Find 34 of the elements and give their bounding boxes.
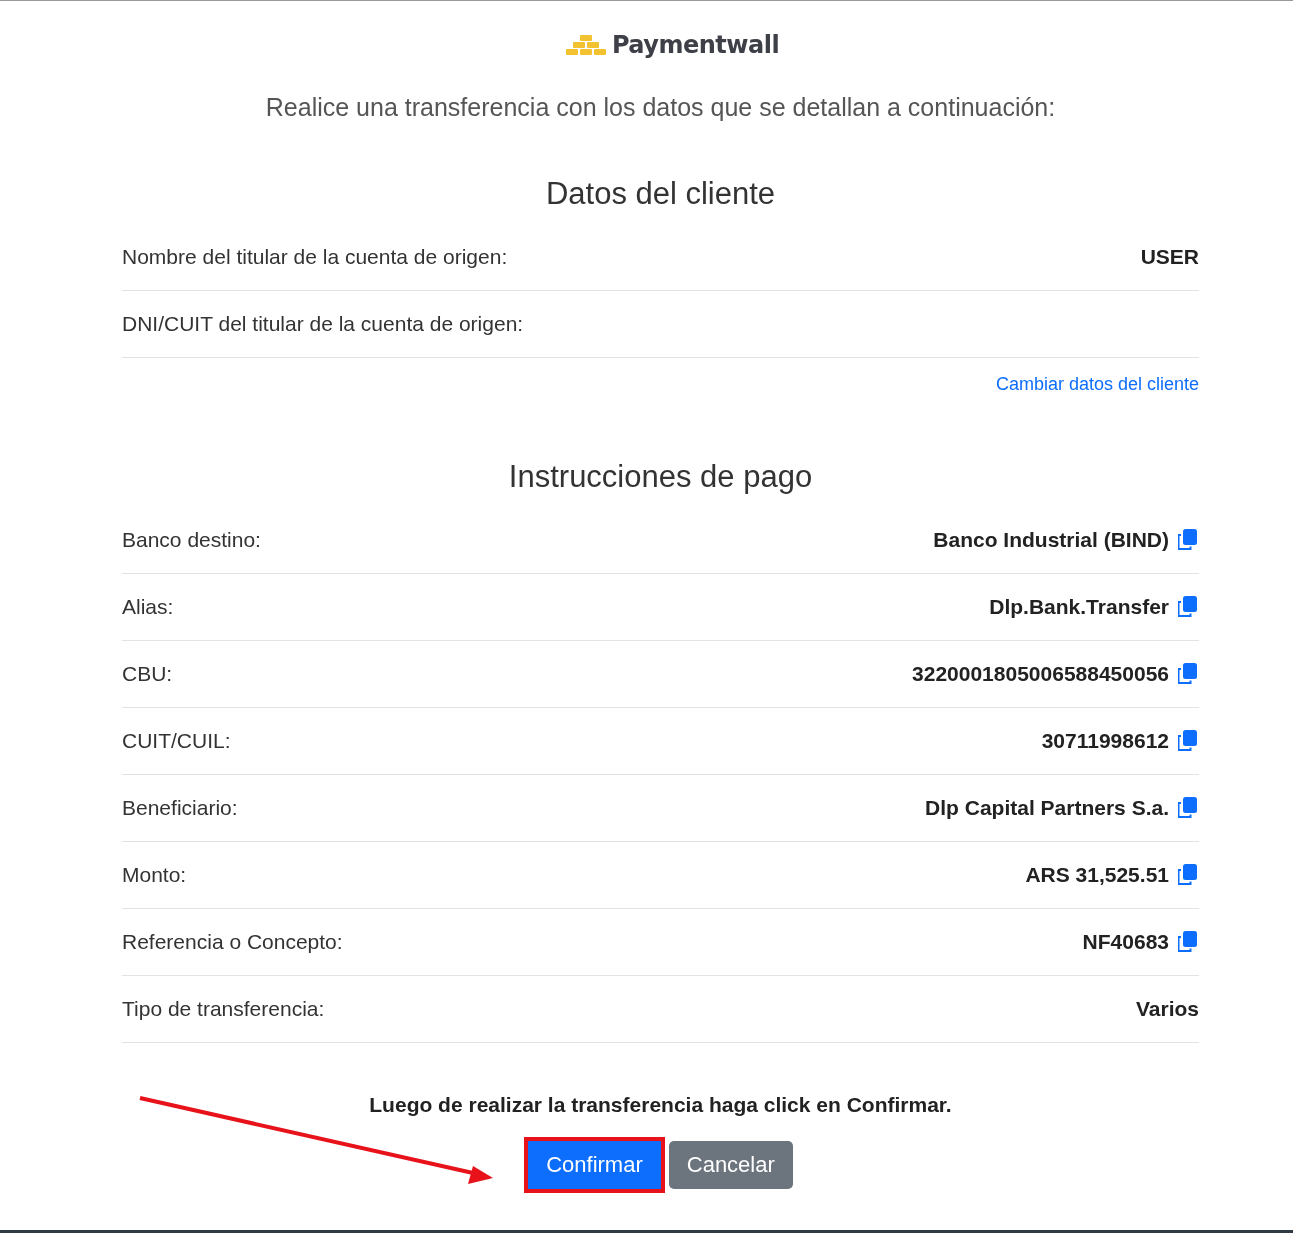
- field-value: ARS 31,525.51: [1025, 863, 1169, 887]
- copy-icon[interactable]: [1175, 930, 1199, 954]
- copy-icon[interactable]: [1175, 595, 1199, 619]
- instruction-text: Realice una transferencia con los datos que se detallan a continuación:: [264, 93, 1057, 122]
- field-label: CUIT/CUIL:: [122, 729, 231, 753]
- field-label: Alias:: [122, 595, 174, 619]
- confirm-hint: Luego de realizar la transferencia haga click en Confirmar.: [368, 1093, 953, 1117]
- field-value: NF40683: [1082, 930, 1169, 954]
- field-label: Monto:: [122, 863, 187, 887]
- field-value: Dlp.Bank.Transfer: [989, 595, 1169, 619]
- section-heading: Datos del cliente: [544, 176, 777, 212]
- field-value: Dlp Capital Partners S.a.: [925, 796, 1169, 820]
- field-value: Banco Industrial (BIND): [933, 528, 1169, 552]
- field-value: Varios: [1135, 997, 1199, 1021]
- copy-icon[interactable]: [1175, 796, 1199, 820]
- field-label: CBU:: [122, 662, 173, 686]
- field-value: 30711998612: [1041, 729, 1169, 753]
- change-client-link[interactable]: Cambiar datos del cliente: [995, 374, 1199, 395]
- field-value: 3220001805006588450056: [912, 662, 1169, 686]
- field-label: Nombre del titular de la cuenta de origen:: [122, 245, 508, 269]
- copy-icon[interactable]: [1175, 528, 1199, 552]
- field-value: USER: [1140, 245, 1199, 269]
- field-label: Referencia o Concepto:: [122, 930, 343, 954]
- field-label: DNI/CUIT del titular de la cuenta de origen:: [122, 312, 524, 336]
- cancel-button[interactable]: Cancelar: [668, 1141, 793, 1189]
- copy-icon[interactable]: [1175, 863, 1199, 887]
- copy-icon[interactable]: [1175, 729, 1199, 753]
- copy-icon[interactable]: [1175, 662, 1199, 686]
- field-label: Beneficiario:: [122, 796, 238, 820]
- stacked-bars-icon: [565, 34, 606, 56]
- brand-name: Paymentwall: [611, 31, 780, 59]
- field-label: Tipo de transferencia:: [122, 997, 325, 1021]
- field-label: Banco destino:: [122, 528, 261, 552]
- section-heading: Instrucciones de pago: [507, 459, 814, 495]
